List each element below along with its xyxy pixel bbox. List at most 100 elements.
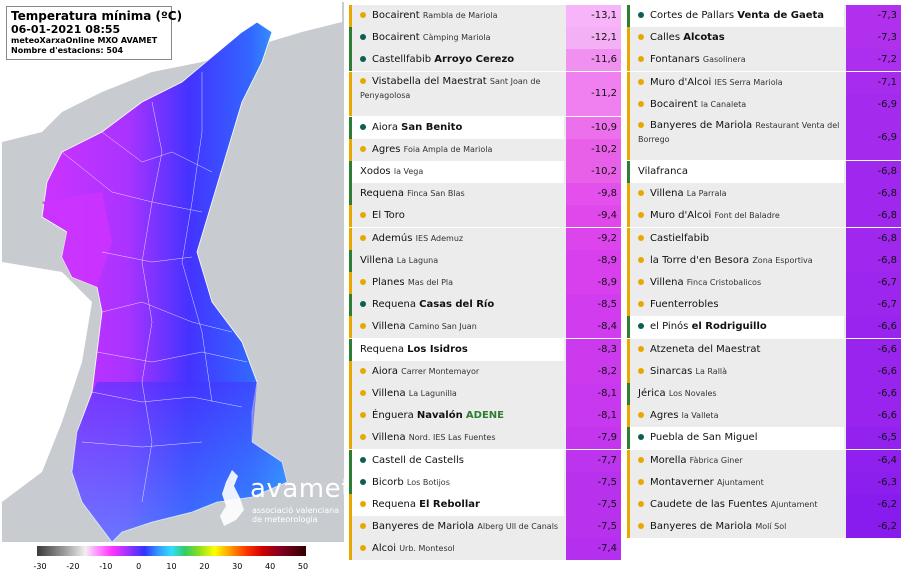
station-location: la Valleta <box>681 411 719 421</box>
temperature-value: -9,4 <box>566 205 621 228</box>
station-name: Alcoi <box>372 543 397 555</box>
station-row[interactable]: Montaverner Ajuntament -6,3 <box>627 471 901 494</box>
station-row[interactable]: Fontanars Gasolinera -7,2 <box>627 49 901 72</box>
station-row[interactable]: Banyeres de Mariola Restaurant Venta del… <box>627 116 901 160</box>
station-row[interactable]: Atzeneta del Maestrat -6,6 <box>627 338 901 361</box>
station-row[interactable]: Requena Casas del Río -8,5 <box>349 294 621 317</box>
station-row[interactable]: Bocairent la Canaleta -6,9 <box>627 93 901 116</box>
temperature-value: -6,6 <box>846 383 901 405</box>
station-type-dot-icon <box>360 456 366 463</box>
station-row[interactable]: Requena Finca San Blas -9,8 <box>349 183 621 206</box>
station-name-cell: Muro d'Alcoi IES Serra Mariola <box>627 71 844 94</box>
station-row[interactable]: Aiora San Benito -10,9 <box>349 116 621 139</box>
station-name-cell: Bocairent Rambla de Mariola <box>349 5 564 27</box>
station-type-dot-icon <box>360 412 366 419</box>
temperature-value: -6,2 <box>846 494 901 516</box>
station-type-dot-icon <box>360 523 366 530</box>
scale-tick: 0 <box>136 562 142 571</box>
station-name: Banyeres de Mariola <box>650 521 753 533</box>
temperature-value: -9,2 <box>566 227 621 250</box>
scale-tick: -20 <box>66 562 80 571</box>
station-name-cell: Calles Alcotas <box>627 27 844 50</box>
station-name-cell: Fontanars Gasolinera <box>627 49 844 72</box>
temperature-value: -8,1 <box>566 383 621 405</box>
station-row[interactable]: Banyeres de Mariola Alberg Ull de Canals… <box>349 516 621 539</box>
station-row[interactable]: Muro d'Alcoi IES Serra Mariola -7,1 <box>627 71 901 94</box>
station-row[interactable]: Agres la Valleta -6,6 <box>627 405 901 428</box>
station-location: Rambla de Mariola <box>422 11 498 20</box>
station-row[interactable]: Énguera Navalón ADENE -8,1 <box>349 405 621 428</box>
station-name: Villena <box>372 432 406 444</box>
station-type-dot-icon <box>638 279 644 285</box>
temperature-map[interactable]: Temperatura mínima (ºC) 06-01-2021 08:55… <box>2 2 344 542</box>
station-row[interactable]: Villena Nord. IES Las Fuentes -7,9 <box>349 427 621 450</box>
station-location: Fàbrica Giner <box>689 455 743 465</box>
station-row[interactable]: Requena Los Isidros -8,3 <box>349 338 621 361</box>
station-row[interactable]: Puebla de San Miguel -6,5 <box>627 427 901 450</box>
temperature-value: -6,3 <box>846 471 901 494</box>
station-row[interactable]: Alcoi Urb. Montesol -7,4 <box>349 538 621 561</box>
station-row[interactable]: Sinarcas La Rallà -6,6 <box>627 360 901 383</box>
station-row[interactable]: El Toro -9,4 <box>349 205 621 228</box>
station-row[interactable]: Planes Mas del Pla -8,9 <box>349 272 621 294</box>
temperature-value: -7,7 <box>566 449 621 472</box>
station-row[interactable]: Ademús IES Ademuz -9,2 <box>349 227 621 250</box>
station-row[interactable]: Castellfabib Arroyo Cerezo -11,6 <box>349 49 621 72</box>
station-name: Villena <box>372 321 406 333</box>
station-name-cell: Villena Nord. IES Las Fuentes <box>349 427 564 450</box>
station-type-dot-icon <box>638 122 644 128</box>
station-row[interactable]: Jérica Los Novales -6,6 <box>627 383 901 405</box>
station-type-dot-icon <box>360 390 366 396</box>
station-name: Fuenterrobles <box>650 299 719 311</box>
avamet-logo-word: avamet <box>250 474 344 504</box>
station-row[interactable]: Castell de Castells -7,7 <box>349 449 621 472</box>
station-row[interactable]: Requena El Rebollar -7,5 <box>349 494 621 516</box>
station-row[interactable]: Calles Alcotas -7,3 <box>627 27 901 50</box>
station-row[interactable]: Bocairent Rambla de Mariola -13,1 <box>349 5 621 27</box>
station-type-dot-icon <box>638 34 644 41</box>
temperature-value: -7,5 <box>566 471 621 494</box>
station-type-dot-icon <box>360 34 366 41</box>
station-name: Jérica <box>638 388 666 399</box>
station-row[interactable]: Vistabella del Maestrat Sant Joan de Pen… <box>349 71 621 116</box>
station-row[interactable]: Villena Camino San Juan -8,4 <box>349 316 621 339</box>
station-row[interactable]: Muro d'Alcoi Font del Baladre -6,8 <box>627 205 901 228</box>
station-row[interactable]: Vilafranca -6,8 <box>627 161 901 183</box>
station-name: Muro d'Alcoi <box>650 210 712 222</box>
station-row[interactable]: Xodos la Vega -10,2 <box>349 161 621 183</box>
scale-tick: -10 <box>99 562 113 571</box>
station-location: Zona Esportiva <box>752 255 813 265</box>
station-row[interactable]: el Pinós el Rodriguillo -6,6 <box>627 316 901 339</box>
station-name-cell: Planes Mas del Pla <box>349 272 564 294</box>
station-row[interactable]: Castielfabib -6,8 <box>627 227 901 250</box>
station-row[interactable]: la Torre d'en Besora Zona Esportiva -6,8 <box>627 249 901 272</box>
station-row[interactable]: Villena La Lagunilla -8,1 <box>349 383 621 405</box>
station-type-dot-icon <box>360 434 366 441</box>
station-type-dot-icon <box>360 234 366 241</box>
station-name-cell: Banyeres de Mariola Restaurant Venta del… <box>627 116 844 160</box>
station-type-dot-icon <box>638 412 644 419</box>
station-subname-bold: Arroyo Cerezo <box>434 54 515 66</box>
station-row[interactable]: Caudete de las Fuentes Ajuntament -6,2 <box>627 494 901 516</box>
station-row[interactable]: Cortes de Pallars Venta de Gaeta -7,3 <box>627 5 901 27</box>
avamet-logo-subtitle-1: associació valenciana <box>252 506 340 515</box>
temperature-value: -7,4 <box>566 538 621 561</box>
station-row[interactable]: Morella Fàbrica Giner -6,4 <box>627 449 901 472</box>
station-row[interactable]: Villena La Parrala -6,8 <box>627 183 901 206</box>
temperature-value: -8,5 <box>566 294 621 317</box>
station-row[interactable]: Aiora Carrer Montemayor -8,2 <box>349 360 621 383</box>
station-row[interactable]: Banyeres de Mariola Molí Sol -6,2 <box>627 516 901 539</box>
station-row[interactable]: Bicorb Los Botijos -7,5 <box>349 471 621 494</box>
station-row[interactable]: Fuenterrobles -6,7 <box>627 294 901 317</box>
station-row[interactable]: Agres Foia Ampla de Mariola -10,2 <box>349 138 621 161</box>
station-type-dot-icon <box>638 78 644 85</box>
station-name: Planes <box>372 277 405 288</box>
station-name-cell: Castell de Castells <box>349 449 564 472</box>
station-row[interactable]: Villena Finca Cristobalicos -6,7 <box>627 272 901 294</box>
scale-tick: -30 <box>33 562 47 571</box>
station-row[interactable]: Bocairent Càmping Mariola -12,1 <box>349 27 621 50</box>
station-name-cell: Sinarcas La Rallà <box>627 360 844 383</box>
station-row[interactable]: Villena La Laguna -8,9 <box>349 249 621 272</box>
station-name: Agres <box>650 410 679 422</box>
station-location: Nord. IES Las Fuentes <box>408 433 496 443</box>
